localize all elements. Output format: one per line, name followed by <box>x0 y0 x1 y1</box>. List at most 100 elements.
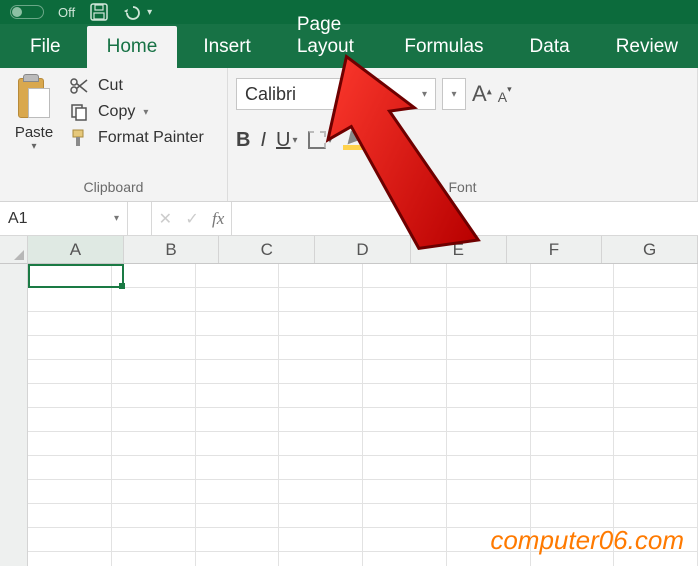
cell[interactable] <box>363 552 447 566</box>
format-painter-button[interactable]: Format Painter <box>68 128 204 148</box>
font-size-combo[interactable]: ▾ <box>442 78 466 110</box>
cell[interactable] <box>614 456 698 480</box>
cell[interactable] <box>614 432 698 456</box>
cells-area[interactable] <box>28 264 698 566</box>
cell[interactable] <box>531 480 615 504</box>
underline-button[interactable]: U▾ <box>276 129 297 152</box>
cell[interactable] <box>196 432 280 456</box>
cell[interactable] <box>28 384 112 408</box>
tab-page-layout[interactable]: Page Layout <box>277 4 379 68</box>
cell[interactable] <box>279 432 363 456</box>
cell[interactable] <box>28 528 112 552</box>
cell[interactable] <box>28 552 112 566</box>
cell[interactable] <box>196 384 280 408</box>
shrink-font-button[interactable]: A▾ <box>498 84 512 103</box>
cell[interactable] <box>112 312 196 336</box>
cell[interactable] <box>279 480 363 504</box>
cell[interactable] <box>196 480 280 504</box>
cell[interactable] <box>531 288 615 312</box>
cell[interactable] <box>28 456 112 480</box>
cell[interactable] <box>28 432 112 456</box>
select-all-corner[interactable] <box>0 236 28 264</box>
cell[interactable] <box>112 408 196 432</box>
column-header[interactable]: F <box>507 236 603 263</box>
cell[interactable] <box>531 336 615 360</box>
grow-font-button[interactable]: A▴ <box>472 81 492 107</box>
cell[interactable] <box>196 288 280 312</box>
column-header[interactable]: A <box>28 236 124 263</box>
cell[interactable] <box>447 336 531 360</box>
formula-bar-input[interactable] <box>232 202 698 235</box>
cell[interactable] <box>279 360 363 384</box>
font-name-combo[interactable]: Calibri ▾ <box>236 78 436 110</box>
cell[interactable] <box>196 456 280 480</box>
cell[interactable] <box>112 384 196 408</box>
cell[interactable] <box>28 408 112 432</box>
cell[interactable] <box>363 384 447 408</box>
cell[interactable] <box>279 504 363 528</box>
cell[interactable] <box>363 264 447 288</box>
undo-button[interactable]: ▾ <box>123 3 152 21</box>
cancel-formula-button[interactable]: ✕ <box>159 209 172 229</box>
enter-formula-button[interactable]: ✓ <box>185 209 198 229</box>
cell[interactable] <box>279 408 363 432</box>
cell[interactable] <box>447 312 531 336</box>
copy-button[interactable]: Copy ▾ <box>68 102 204 122</box>
italic-button[interactable]: I <box>260 129 266 152</box>
cell[interactable] <box>447 408 531 432</box>
cell[interactable] <box>363 312 447 336</box>
cell[interactable] <box>279 312 363 336</box>
cell[interactable] <box>28 312 112 336</box>
cell[interactable] <box>112 288 196 312</box>
cell[interactable] <box>28 336 112 360</box>
tab-home[interactable]: Home <box>87 26 178 68</box>
cell[interactable] <box>447 432 531 456</box>
cell[interactable] <box>447 480 531 504</box>
cell[interactable] <box>196 264 280 288</box>
cell[interactable] <box>614 360 698 384</box>
cell[interactable] <box>363 336 447 360</box>
column-header[interactable]: D <box>315 236 411 263</box>
autosave-toggle[interactable] <box>10 5 44 19</box>
tab-formulas[interactable]: Formulas <box>384 26 503 68</box>
cell[interactable] <box>531 432 615 456</box>
cell[interactable] <box>363 528 447 552</box>
chevron-down-icon[interactable]: ▾ <box>143 107 148 118</box>
save-button[interactable] <box>89 2 109 22</box>
cell[interactable] <box>614 408 698 432</box>
column-header[interactable]: E <box>411 236 507 263</box>
tab-data[interactable]: Data <box>510 26 590 68</box>
cell[interactable] <box>279 456 363 480</box>
cell[interactable] <box>196 528 280 552</box>
cell[interactable] <box>112 456 196 480</box>
cell[interactable] <box>279 528 363 552</box>
cell[interactable] <box>196 504 280 528</box>
cell[interactable] <box>531 312 615 336</box>
paste-button[interactable]: Paste ▾ <box>8 72 60 177</box>
borders-button[interactable]: ▾ <box>308 131 333 149</box>
cut-button[interactable]: Cut <box>68 76 204 96</box>
cell[interactable] <box>196 408 280 432</box>
cell[interactable] <box>614 336 698 360</box>
column-header[interactable]: C <box>219 236 315 263</box>
tab-file[interactable]: File <box>10 26 81 68</box>
font-color-button[interactable]: A▾ <box>382 127 407 153</box>
tab-review[interactable]: Review <box>596 26 698 68</box>
fill-color-button[interactable]: ▾ <box>343 130 372 150</box>
cell[interactable] <box>447 264 531 288</box>
cell[interactable] <box>363 456 447 480</box>
cell[interactable] <box>196 360 280 384</box>
cell[interactable] <box>614 264 698 288</box>
cell[interactable] <box>614 312 698 336</box>
chevron-down-icon[interactable]: ▾ <box>31 141 36 152</box>
cell[interactable] <box>363 360 447 384</box>
cell[interactable] <box>279 552 363 566</box>
cell[interactable] <box>28 504 112 528</box>
name-box[interactable]: A1 ▾ <box>0 202 128 235</box>
insert-function-button[interactable]: fx <box>212 209 224 229</box>
cell[interactable] <box>363 408 447 432</box>
worksheet-grid[interactable]: A B C D E F G <box>0 236 698 566</box>
cell[interactable] <box>28 360 112 384</box>
cell[interactable] <box>531 456 615 480</box>
cell[interactable] <box>196 312 280 336</box>
